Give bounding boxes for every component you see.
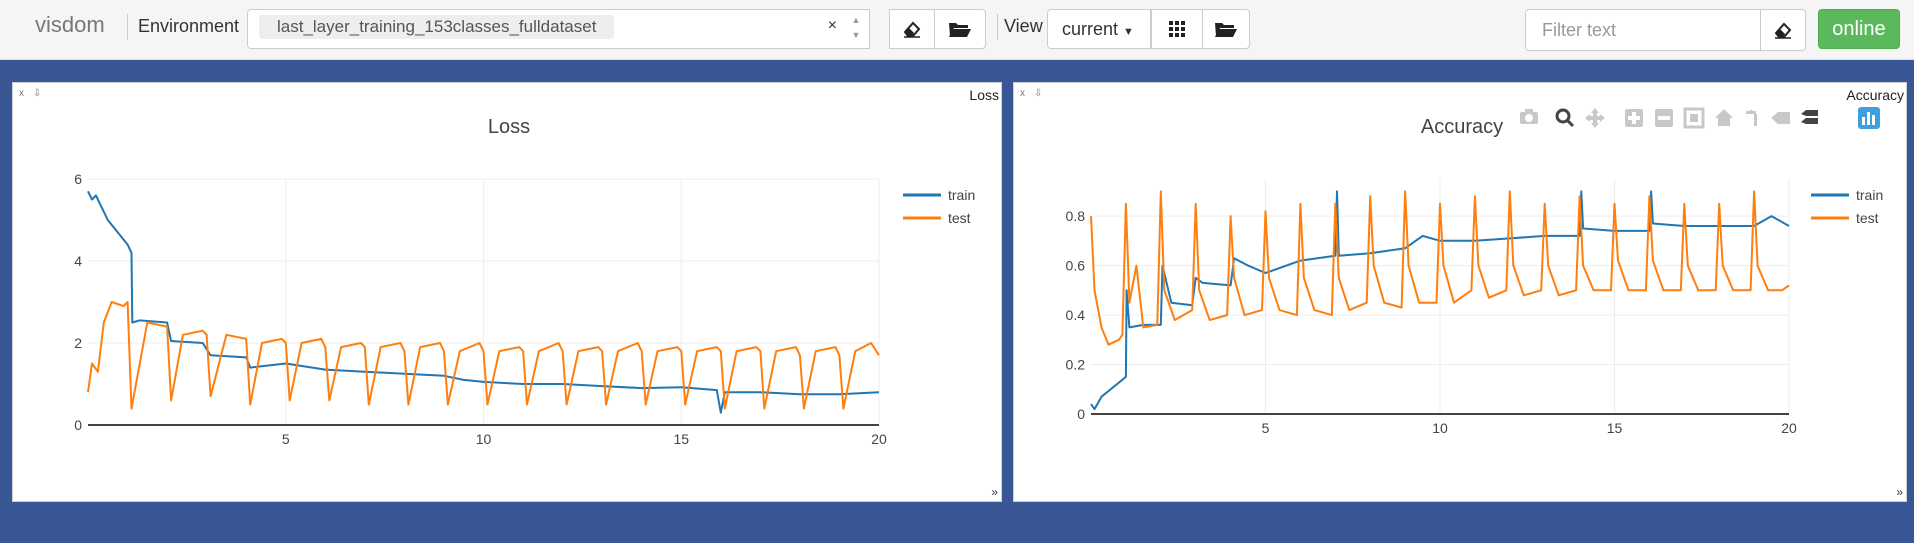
resize-handle-icon[interactable]: » — [1896, 485, 1903, 499]
grid-icon — [1169, 21, 1185, 37]
brand-logo: visdom — [35, 12, 105, 37]
y-tick-label: 0.6 — [1066, 258, 1086, 274]
x-tick-label: 5 — [282, 431, 290, 447]
zoom-icon[interactable] — [1555, 108, 1575, 128]
y-tick-label: 0 — [1077, 406, 1085, 422]
repack-layout-button[interactable] — [1151, 9, 1203, 49]
environment-label: Environment — [138, 16, 240, 36]
y-tick-label: 4 — [74, 253, 82, 269]
divider — [127, 14, 128, 40]
eraser-icon — [903, 21, 921, 38]
x-tick-label: 15 — [1607, 420, 1623, 436]
y-tick-label: 2 — [74, 335, 82, 351]
legend-label-test[interactable]: test — [948, 210, 971, 226]
manage-environments-button[interactable] — [934, 9, 986, 49]
clear-filter-button[interactable] — [1760, 9, 1806, 51]
pan-icon[interactable] — [1585, 108, 1605, 128]
manage-views-button[interactable] — [1202, 9, 1250, 49]
x-tick-label: 10 — [476, 431, 492, 447]
home-icon[interactable] — [1715, 109, 1733, 126]
top-navbar: visdom Environment last_layer_training_1… — [0, 0, 1914, 60]
clear-environment-eraser-button[interactable] — [889, 9, 935, 49]
y-tick-label: 6 — [74, 171, 82, 187]
loss-chart[interactable]: Loss 5 10 15 20 0 2 4 6 train test — [13, 83, 1003, 503]
accuracy-window: x ⇩ Accuracy Accuracy 5 10 15 20 0 0.2 0.4 0.6 0.… — [1013, 82, 1907, 502]
online-status-button[interactable]: online — [1818, 9, 1900, 49]
y-tick-label: 0 — [74, 417, 82, 433]
x-tick-label: 15 — [673, 431, 689, 447]
folder-open-icon — [949, 23, 971, 37]
spike-lines-icon[interactable] — [1746, 110, 1757, 126]
zoom-out-icon[interactable] — [1655, 109, 1673, 127]
legend-label-test[interactable]: test — [1856, 210, 1879, 226]
folder-open-icon — [1215, 23, 1237, 37]
legend-label-train[interactable]: train — [1856, 187, 1883, 203]
autoscale-icon[interactable] — [1683, 107, 1705, 129]
clear-environment-button[interactable]: × — [828, 17, 837, 35]
x-tick-label: 5 — [1262, 420, 1270, 436]
y-tick-label: 0.8 — [1066, 208, 1086, 224]
resize-handle-icon[interactable]: » — [991, 485, 998, 499]
hover-compare-icon[interactable] — [1801, 110, 1818, 124]
eraser-icon — [1774, 22, 1792, 39]
view-select[interactable]: current ▼ — [1047, 9, 1151, 49]
chart-title: Accuracy — [1421, 116, 1503, 138]
plotly-logo-icon[interactable] — [1858, 107, 1880, 129]
camera-icon[interactable] — [1520, 109, 1538, 124]
plot-modebar — [1520, 107, 1880, 129]
y-tick-label: 0.2 — [1066, 357, 1086, 373]
view-label: View — [1004, 16, 1043, 36]
x-tick-label: 20 — [1781, 420, 1797, 436]
scroll-arrows-icon[interactable]: ▲ ▼ — [849, 13, 863, 47]
x-tick-label: 20 — [871, 431, 887, 447]
x-tick-label: 10 — [1432, 420, 1448, 436]
environment-select[interactable]: last_layer_training_153classes_fulldatas… — [247, 9, 870, 49]
filter-text-input[interactable] — [1525, 9, 1761, 51]
legend-label-train[interactable]: train — [948, 187, 975, 203]
divider — [997, 14, 998, 40]
loss-window: x ⇩ Loss Loss 5 10 15 20 0 2 4 6 train test » — [12, 82, 1002, 502]
zoom-in-icon[interactable] — [1625, 109, 1643, 127]
environment-chip[interactable]: last_layer_training_153classes_fulldatas… — [259, 15, 615, 39]
hover-closest-icon[interactable] — [1771, 112, 1790, 124]
chart-title: Loss — [488, 116, 530, 138]
view-select-value: current — [1062, 19, 1119, 39]
caret-down-icon: ▼ — [1123, 26, 1134, 38]
y-tick-label: 0.4 — [1066, 307, 1086, 323]
accuracy-chart[interactable]: Accuracy 5 10 15 20 0 0.2 0.4 0.6 0.8 train test — [1014, 83, 1908, 503]
